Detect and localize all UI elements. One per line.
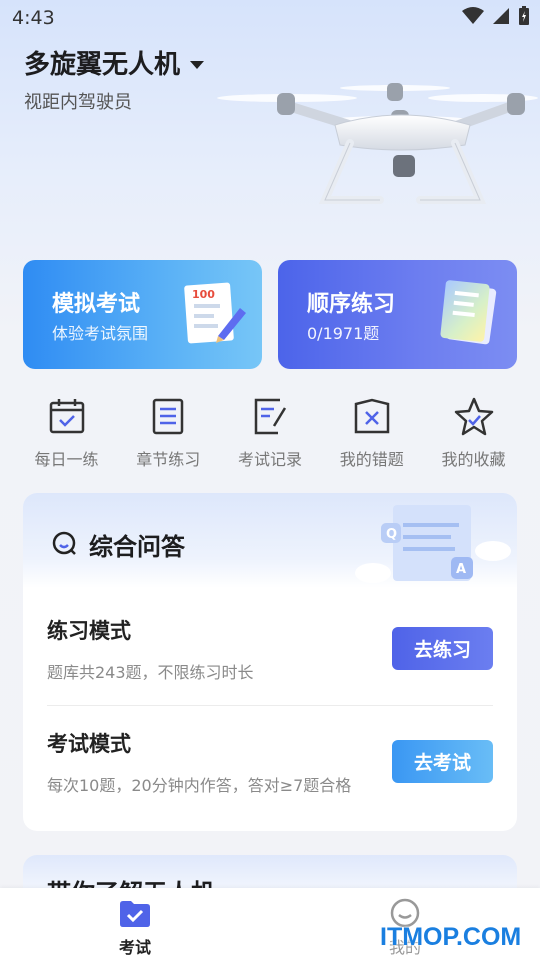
notebook-icon [440,280,497,345]
chapter-practice-item[interactable]: 章节练习 [118,396,219,476]
wifi-icon [462,7,484,24]
tab-exam-label: 考试 [118,938,151,957]
q-badge-text: Q [386,527,397,542]
exam-paper-icon: 100 [184,282,246,344]
qa-chat-icon [52,531,76,555]
exam-mode-row: 考试模式 每次10题，20分钟内作答，答对≥7题合格 去考试 [47,728,493,796]
calendar-check-icon [49,399,84,434]
qa-panel-title: 综合问答 [89,533,185,561]
score-badge-text: 100 [192,288,215,301]
subject-title: 多旋翼无人机 [24,50,181,80]
mock-exam-card[interactable]: 模拟考试 体验考试氛围 100 [23,260,262,369]
sequential-practice-progress: 0/1971题 [307,324,380,343]
daily-practice-label: 每日一练 [34,450,99,469]
practice-mode-row: 练习模式 题库共243题，不限练习时长 去练习 [47,615,493,683]
wrong-x-icon [354,398,389,434]
exam-records-label: 考试记录 [237,450,302,469]
subject-subtitle: 视距内驾驶员 [24,92,132,113]
battery-icon [519,6,529,25]
wrong-questions-label: 我的错题 [339,450,404,469]
mock-exam-subtitle: 体验考试氛围 [52,324,149,343]
signal-icon [493,8,509,24]
chapter-practice-label: 章节练习 [136,450,201,469]
quick-actions: 每日一练 章节练习 考试记录 我的错题 我的收藏 [16,396,524,476]
tab-exam[interactable]: 考试 [95,898,175,958]
qa-document-illustration: Q A [355,505,511,583]
exam-check-icon [120,901,150,927]
note-edit-icon [254,398,287,435]
qa-panel: 综合问答 Q A 练习模式 题库共243题，不限练习时长 去练习 考试模式 每次… [23,493,517,831]
status-icons [462,6,530,26]
daily-practice-item[interactable]: 每日一练 [16,396,117,476]
watermark-text: ITMOP.COM [380,923,522,951]
mode-divider [47,705,493,706]
sequential-practice-card[interactable]: 顺序练习 0/1971题 [278,260,517,369]
mock-exam-title: 模拟考试 [52,292,141,317]
a-badge-text: A [456,562,466,577]
favorites-item[interactable]: 我的收藏 [423,396,524,476]
drone-illustration [217,83,538,204]
caret-down-icon [190,60,205,69]
wrong-questions-item[interactable]: 我的错题 [321,396,422,476]
exam-records-item[interactable]: 考试记录 [220,396,321,476]
star-icon [454,397,493,436]
go-practice-button[interactable]: 去练习 [392,627,493,670]
status-bar: 4:43 [0,0,540,36]
subject-selector[interactable]: 多旋翼无人机 [24,44,205,81]
go-exam-button[interactable]: 去考试 [392,740,493,783]
status-time: 4:43 [12,7,55,29]
favorites-label: 我的收藏 [441,450,506,469]
list-icon [153,398,184,435]
sequential-practice-title: 顺序练习 [307,292,396,317]
